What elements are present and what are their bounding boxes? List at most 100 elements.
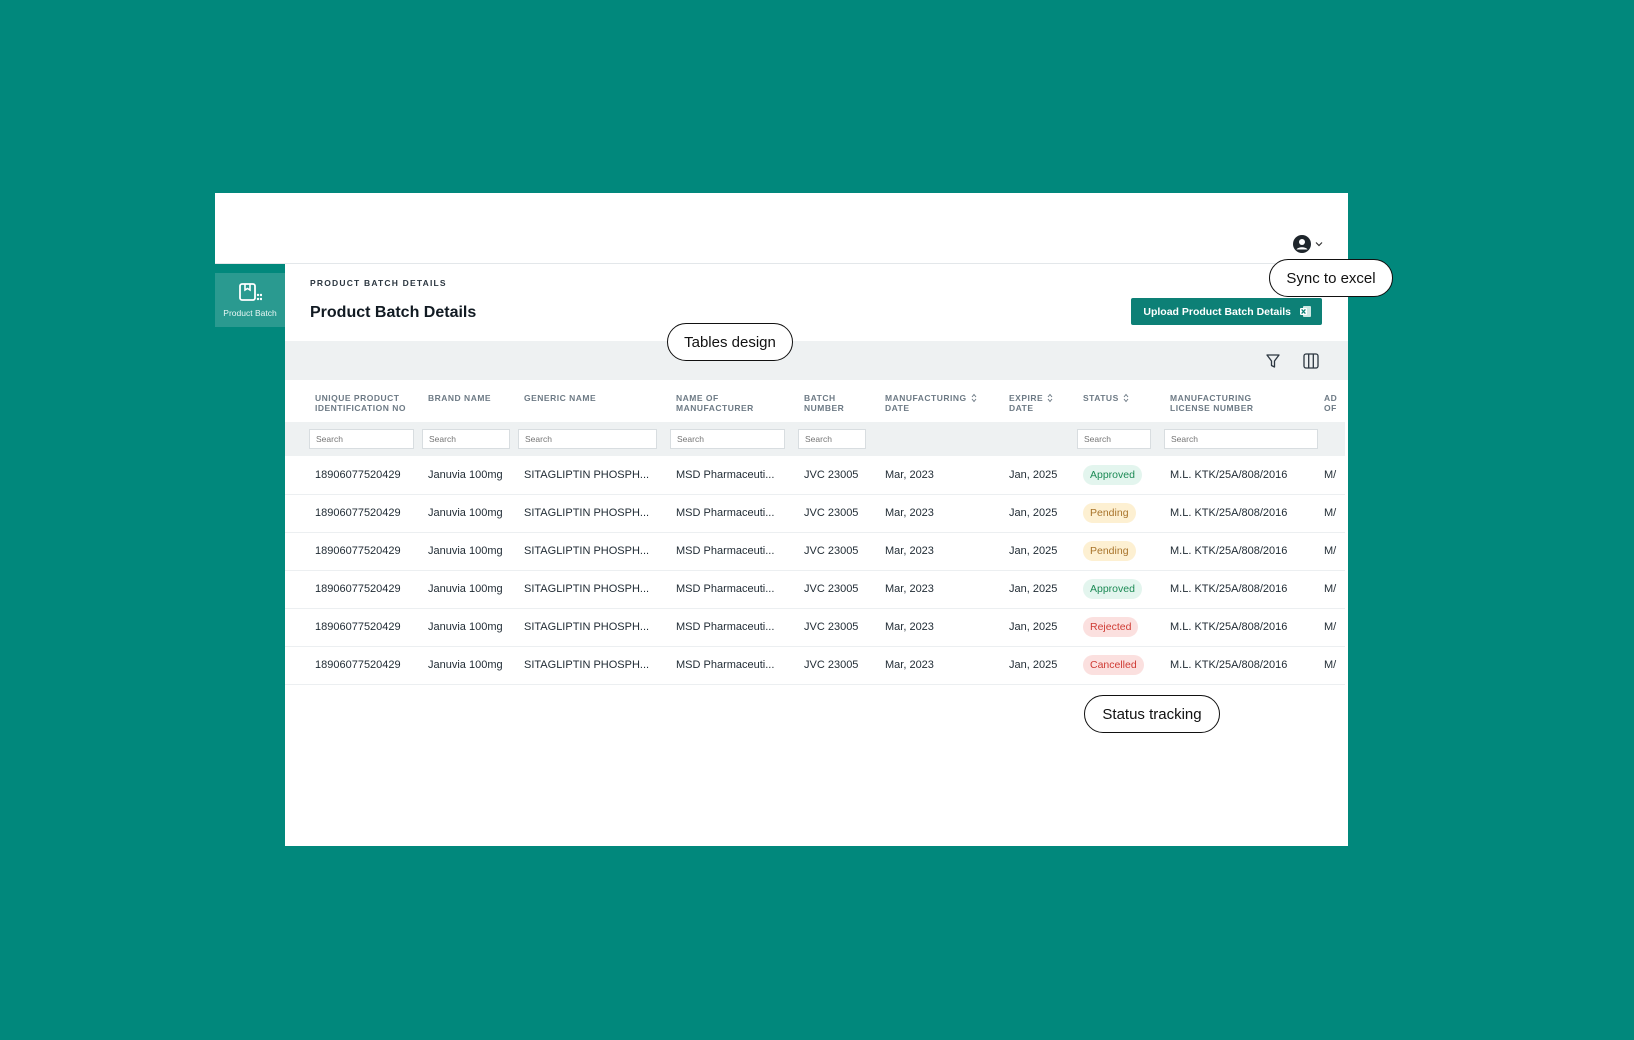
cell-upin: 18906077520429 (315, 456, 428, 495)
cell-batch: JVC 23005 (804, 570, 885, 609)
column-header: BRAND NAME (428, 393, 492, 403)
cell-extra: M/ (1324, 456, 1345, 495)
cell-upin: 18906077520429 (315, 494, 428, 533)
upload-product-batch-button[interactable]: Upload Product Batch Details (1131, 298, 1322, 325)
table-row[interactable]: 18906077520429 Januvia 100mg SITAGLIPTIN P… (285, 608, 1345, 647)
cell-extra: M/ (1324, 494, 1345, 533)
column-header: UNIQUE PRODUCT IDENTIFICATION NO (315, 393, 406, 413)
sort-icon (971, 393, 976, 403)
table-header-row: UNIQUE PRODUCT IDENTIFICATION NO BRAND NA… (285, 380, 1345, 422)
status-cell: Pending (1083, 532, 1170, 571)
cell-batch: JVC 23005 (804, 532, 885, 571)
status-badge: Approved (1083, 579, 1142, 599)
cell-manufacturer: MSD Pharmaceuti... (676, 646, 804, 685)
search-input[interactable] (1164, 429, 1318, 449)
search-input[interactable] (422, 429, 510, 449)
callout-status-tracking: Status tracking (1084, 695, 1220, 733)
column-header-sortable[interactable]: STATUS (1083, 380, 1170, 422)
status-cell: Approved (1083, 570, 1170, 609)
cell-generic: SITAGLIPTIN PHOSPH... (524, 608, 676, 647)
search-input[interactable] (670, 429, 785, 449)
sidebar-item-product-batch[interactable]: Product Batch (215, 273, 285, 327)
cell-brand: Januvia 100mg (428, 532, 524, 571)
cell-exp-date: Jan, 2025 (1009, 570, 1083, 609)
cell-brand: Januvia 100mg (428, 570, 524, 609)
product-batch-table: UNIQUE PRODUCT IDENTIFICATION NO BRAND NA… (285, 380, 1345, 685)
cell-generic: SITAGLIPTIN PHOSPH... (524, 456, 676, 495)
cell-exp-date: Jan, 2025 (1009, 608, 1083, 647)
table-row[interactable]: 18906077520429 Januvia 100mg SITAGLIPTIN P… (285, 456, 1345, 495)
product-batch-icon (239, 283, 262, 301)
breadcrumb: PRODUCT BATCH DETAILS (310, 278, 447, 288)
table-toolbar (285, 341, 1348, 380)
search-input[interactable] (798, 429, 866, 449)
cell-license: M.L. KTK/25A/808/2016 (1170, 608, 1324, 647)
cell-upin: 18906077520429 (315, 646, 428, 685)
sidebar-item-label: Product Batch (223, 308, 277, 318)
table-row[interactable]: 18906077520429 Januvia 100mg SITAGLIPTIN P… (285, 646, 1345, 685)
cell-license: M.L. KTK/25A/808/2016 (1170, 532, 1324, 571)
user-menu[interactable] (1293, 235, 1323, 253)
cell-extra: M/ (1324, 646, 1345, 685)
table-row[interactable]: 18906077520429 Januvia 100mg SITAGLIPTIN P… (285, 570, 1345, 609)
cell-manufacturer: MSD Pharmaceuti... (676, 532, 804, 571)
column-header-sortable[interactable]: MANUFACTURING DATE (885, 380, 1009, 422)
status-badge: Rejected (1083, 617, 1139, 637)
chevron-down-icon (1315, 242, 1323, 247)
column-header: NAME OF MANUFACTURER (676, 393, 754, 413)
status-cell: Approved (1083, 456, 1170, 495)
cell-license: M.L. KTK/25A/808/2016 (1170, 646, 1324, 685)
excel-icon (1300, 306, 1311, 317)
status-badge: Pending (1083, 541, 1136, 561)
cell-manufacturer: MSD Pharmaceuti... (676, 456, 804, 495)
cell-generic: SITAGLIPTIN PHOSPH... (524, 494, 676, 533)
cell-brand: Januvia 100mg (428, 646, 524, 685)
sort-icon (1123, 393, 1129, 403)
cell-extra: M/ (1324, 608, 1345, 647)
callout-sync-to-excel: Sync to excel (1269, 259, 1393, 297)
cell-mfg-date: Mar, 2023 (885, 494, 1009, 533)
status-cell: Rejected (1083, 608, 1170, 647)
status-cell: Pending (1083, 494, 1170, 533)
callout-tables-design: Tables design (667, 323, 793, 361)
status-badge: Pending (1083, 503, 1136, 523)
app-window: Product Batch PRODUCT BATCH DETAILS Prod… (215, 193, 1348, 846)
search-input[interactable] (1077, 429, 1151, 449)
status-badge: Approved (1083, 464, 1142, 485)
cell-mfg-date: Mar, 2023 (885, 646, 1009, 685)
sort-icon (1047, 393, 1053, 403)
column-header: MANUFACTURING LICENSE NUMBER (1170, 393, 1254, 413)
cell-upin: 18906077520429 (315, 532, 428, 571)
top-bar (215, 193, 1348, 264)
cell-manufacturer: MSD Pharmaceuti... (676, 494, 804, 533)
cell-mfg-date: Mar, 2023 (885, 608, 1009, 647)
table-row[interactable]: 18906077520429 Januvia 100mg SITAGLIPTIN P… (285, 494, 1345, 533)
column-header-sortable[interactable]: EXPIRE DATE (1009, 380, 1083, 422)
columns-icon[interactable] (1302, 352, 1320, 370)
cell-batch: JVC 23005 (804, 456, 885, 495)
filter-row (285, 422, 1345, 456)
cell-exp-date: Jan, 2025 (1009, 532, 1083, 571)
cell-brand: Januvia 100mg (428, 456, 524, 495)
cell-exp-date: Jan, 2025 (1009, 456, 1083, 495)
cell-extra: M/ (1324, 532, 1345, 571)
cell-upin: 18906077520429 (315, 570, 428, 609)
column-header: BATCH NUMBER (804, 393, 845, 413)
column-header: AD OF (1324, 393, 1338, 413)
cell-license: M.L. KTK/25A/808/2016 (1170, 570, 1324, 609)
cell-generic: SITAGLIPTIN PHOSPH... (524, 646, 676, 685)
cell-generic: SITAGLIPTIN PHOSPH... (524, 570, 676, 609)
cell-license: M.L. KTK/25A/808/2016 (1170, 456, 1324, 495)
table-row[interactable]: 18906077520429 Januvia 100mg SITAGLIPTIN P… (285, 532, 1345, 571)
search-input[interactable] (518, 429, 657, 449)
cell-exp-date: Jan, 2025 (1009, 494, 1083, 533)
status-cell: Cancelled (1083, 646, 1170, 685)
cell-mfg-date: Mar, 2023 (885, 570, 1009, 609)
cell-batch: JVC 23005 (804, 646, 885, 685)
column-header: GENERIC NAME (524, 393, 597, 403)
cell-manufacturer: MSD Pharmaceuti... (676, 570, 804, 609)
cell-generic: SITAGLIPTIN PHOSPH... (524, 532, 676, 571)
search-input[interactable] (309, 429, 414, 449)
filter-icon[interactable] (1264, 352, 1282, 370)
cell-mfg-date: Mar, 2023 (885, 532, 1009, 571)
